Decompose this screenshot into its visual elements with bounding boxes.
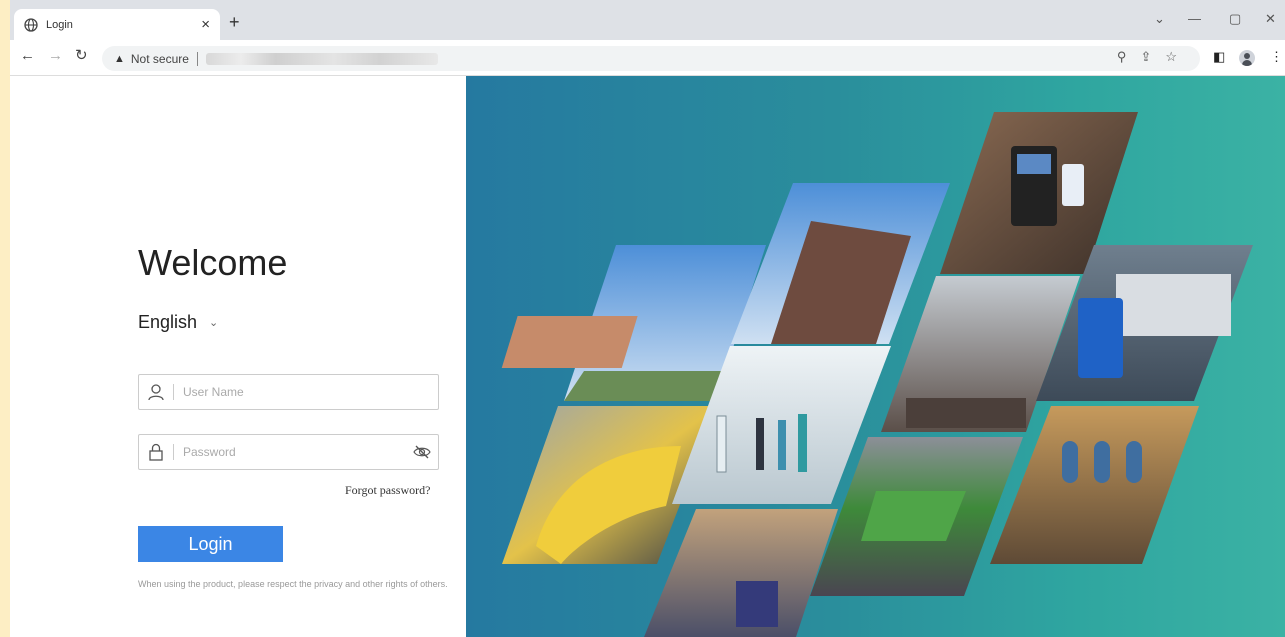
person-4 [798,414,807,472]
forgot-password-link[interactable]: Forgot password? [345,483,430,498]
privacy-notice: When using the product, please respect t… [138,579,448,589]
browser-tab[interactable]: Login × [14,9,220,40]
station-window-2 [1094,441,1110,483]
address-separator [196,51,198,66]
password-field[interactable] [138,434,439,470]
restore-button[interactable]: ▢ [1229,11,1241,27]
hero-collage-panel [466,76,1285,637]
store-lawn [564,371,736,401]
forklift [736,581,778,627]
chevron-down-icon: ⌄ [209,317,219,329]
forward-icon[interactable]: → [48,48,63,63]
profile-head [1244,53,1250,59]
frame-edge [0,40,10,76]
station-window-3 [1126,441,1142,483]
welcome-title: Welcome [138,242,288,283]
username-input[interactable] [183,385,438,399]
side-panel-icon[interactable]: ◧ [1213,49,1225,65]
truck-trailer [1116,274,1231,336]
share-icon[interactable]: ⇪ [1140,49,1151,65]
browser-tab-bar: Login × + ⌄ — ▢ ✕ [0,0,1285,40]
menu-icon[interactable]: ⋮ [1270,49,1283,65]
close-window-button[interactable]: ✕ [1265,11,1276,27]
frame-edge [0,0,10,40]
browser-toolbar: ← → ↻ ▲ Not secure ⚲ ⇪ ☆ ◧ ⋮ [0,40,1285,76]
zoom-icon[interactable]: ⚲ [1117,49,1127,65]
language-select[interactable]: English ⌄ [138,312,218,333]
warning-icon[interactable]: ▲ [114,53,125,65]
field-divider [173,384,174,400]
person-2 [756,418,764,470]
phone [1062,164,1084,206]
back-icon[interactable]: ← [20,48,35,63]
minimize-button[interactable]: — [1188,11,1201,26]
store-facade [501,316,638,368]
globe-icon [24,17,38,32]
eye-off-icon[interactable] [406,444,438,460]
photo-collage [501,112,1253,637]
tab-title: Login [46,18,73,31]
login-button[interactable]: Login [138,526,283,562]
user-icon [139,374,173,410]
reload-icon[interactable]: ↻ [75,48,88,63]
password-input[interactable] [183,445,406,459]
security-label[interactable]: Not secure [131,52,189,66]
person-3 [778,420,786,470]
page-content: Welcome English ⌄ Forgot password? Login… [10,76,1285,637]
bookmark-star-icon[interactable]: ☆ [1165,49,1177,65]
tab-close-icon[interactable]: × [201,17,210,32]
person-1 [716,415,727,473]
language-value: English [138,312,198,332]
pos-screen [1017,154,1051,174]
tab-search-button[interactable]: ⌄ [1154,11,1165,27]
field-divider [173,444,174,460]
omnibox-icons: ⚲ ⇪ ☆ [1117,49,1177,65]
lock-icon [139,434,173,470]
truck-cab [1078,298,1123,378]
new-tab-button[interactable]: + [229,13,240,31]
profile-avatar-icon[interactable] [1239,50,1255,66]
address-bar[interactable]: ▲ Not secure [102,46,1200,71]
street-crowd [906,398,1026,428]
station-window-1 [1062,441,1078,483]
login-panel: Welcome English ⌄ Forgot password? Login… [10,76,466,637]
username-field[interactable] [138,374,439,410]
blurred-url[interactable] [205,52,438,65]
